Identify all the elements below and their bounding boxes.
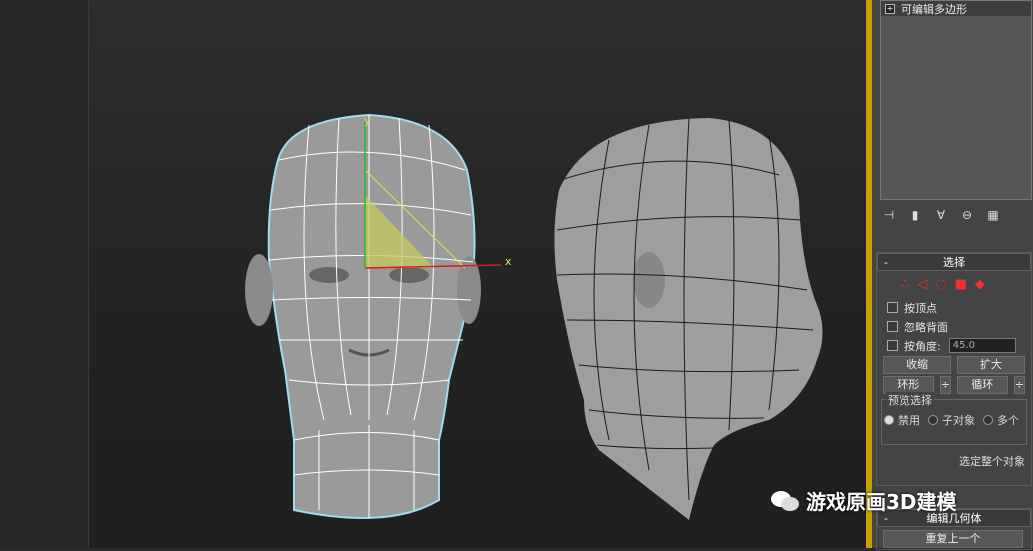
- selection-rollout-header[interactable]: - 选择: [877, 253, 1031, 271]
- preview-subobject-radio[interactable]: 子对象: [928, 412, 975, 428]
- watermark-text: 游戏原画3D建模: [806, 490, 957, 514]
- shrink-button[interactable]: 收缩: [883, 356, 951, 374]
- remove-modifier-icon[interactable]: ⊖: [960, 208, 974, 222]
- side-head-model[interactable]: [554, 117, 823, 520]
- ring-spinner[interactable]: ÷: [939, 376, 951, 394]
- preview-selection-group: 预览选择 禁用 子对象 多个: [881, 392, 1027, 445]
- viewport[interactable]: y x: [88, 0, 867, 548]
- viewport-canvas[interactable]: y x: [89, 0, 867, 548]
- by-angle-spinner[interactable]: 45.0: [948, 338, 1016, 353]
- subobject-level-icons: ∴ ◁ ◌ ■ ◆: [877, 271, 1031, 298]
- preview-multi-label: 多个: [997, 414, 1019, 427]
- border-mode-icon[interactable]: ◌: [935, 277, 946, 292]
- left-strip: [0, 0, 88, 548]
- modifier-stack-list[interactable]: + 可编辑多边形: [880, 0, 1032, 200]
- preview-disable-label: 禁用: [898, 414, 920, 427]
- watermark: 游戏原画3D建模: [770, 486, 957, 515]
- preview-subobject-label: 子对象: [942, 414, 975, 427]
- by-angle-label: 按角度:: [904, 339, 941, 353]
- expand-icon[interactable]: +: [885, 3, 895, 14]
- ignore-backfacing-checkbox[interactable]: 忽略背面: [877, 317, 1031, 336]
- preview-multi-radio[interactable]: 多个: [983, 412, 1019, 428]
- preview-selection-legend: 预览选择: [886, 392, 934, 408]
- collapse-icon[interactable]: -: [878, 256, 894, 269]
- by-vertex-checkbox[interactable]: 按顶点: [877, 298, 1031, 317]
- axis-y-label: y: [364, 114, 371, 127]
- loop-button[interactable]: 循环: [957, 376, 1008, 394]
- repeat-last-button[interactable]: 重复上一个: [883, 530, 1023, 548]
- front-head-model[interactable]: y x: [245, 113, 512, 519]
- loop-spinner[interactable]: ÷: [1013, 376, 1025, 394]
- selection-info: 选定整个对象: [959, 455, 1025, 468]
- edge-mode-icon[interactable]: ◁: [917, 277, 927, 292]
- grow-button[interactable]: 扩大: [957, 356, 1025, 374]
- wechat-icon: [771, 490, 799, 511]
- selection-rollout-title: 选择: [943, 256, 965, 269]
- by-vertex-label: 按顶点: [904, 301, 937, 315]
- modifier-stack-item[interactable]: + 可编辑多边形: [881, 1, 1031, 16]
- element-mode-icon[interactable]: ◆: [975, 277, 985, 292]
- stack-toolbar: ⊣ ▮ ∀ ⊖ ▦: [882, 205, 1032, 225]
- by-angle-checkbox[interactable]: 按角度: 45.0: [877, 336, 1031, 355]
- configure-sets-icon[interactable]: ▦: [986, 208, 1000, 222]
- polygon-mode-icon[interactable]: ■: [955, 277, 967, 292]
- ignore-backfacing-label: 忽略背面: [904, 320, 948, 334]
- pin-stack-icon[interactable]: ⊣: [882, 208, 896, 222]
- make-unique-icon[interactable]: ∀: [934, 208, 948, 222]
- show-end-result-icon[interactable]: ▮: [908, 208, 922, 222]
- modifier-label: 可编辑多边形: [901, 2, 967, 16]
- vertex-mode-icon[interactable]: ∴: [901, 277, 909, 292]
- command-panel: + 可编辑多边形 ⊣ ▮ ∀ ⊖ ▦ - 选择 ∴ ◁ ◌ ■ ◆ 按顶点 忽略…: [872, 0, 1033, 550]
- preview-disable-radio[interactable]: 禁用: [884, 412, 920, 428]
- selection-rollout: - 选择 ∴ ◁ ◌ ■ ◆ 按顶点 忽略背面 按角度: 45.0 收缩 扩大 环…: [876, 252, 1032, 486]
- axis-x-label: x: [505, 255, 512, 268]
